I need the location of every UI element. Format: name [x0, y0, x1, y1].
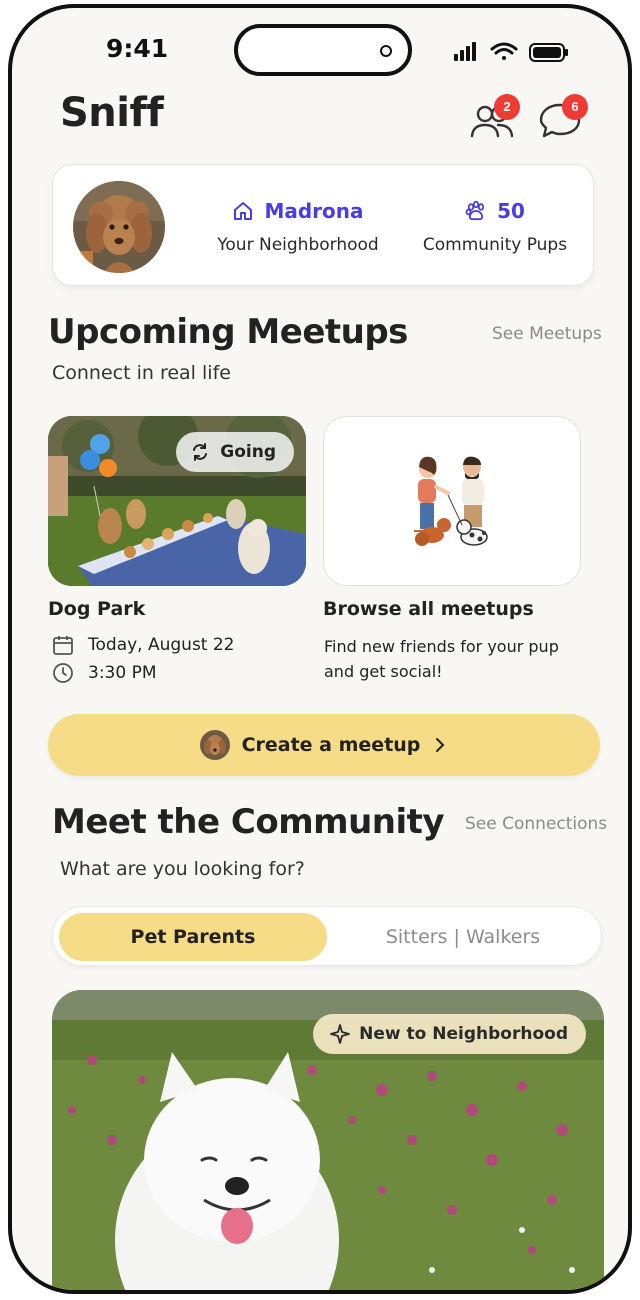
calendar-icon [53, 636, 73, 655]
meetup-date: Today, August 22 [88, 635, 235, 655]
community-pups-stat[interactable]: 50 Community Pups [405, 199, 585, 255]
friends-badge: 2 [494, 94, 520, 120]
app-title: Sniff [60, 90, 164, 136]
chevron-right-icon [436, 738, 445, 752]
neighborhood-label: Your Neighborhood [217, 235, 379, 255]
community-title: Meet the Community [52, 802, 445, 842]
neighborhood-stat[interactable]: Madrona Your Neighborhood [203, 199, 393, 255]
see-meetups-link[interactable]: See Meetups [492, 324, 602, 344]
create-meetup-button[interactable]: Create a meetup [48, 714, 600, 776]
status-time: 9:41 [106, 34, 169, 63]
pups-label: Community Pups [422, 235, 568, 255]
paw-icon [465, 200, 485, 221]
meetups-title: Upcoming Meetups [48, 312, 408, 352]
pups-value: 50 [497, 199, 525, 223]
status-icons [452, 38, 572, 72]
going-label: Going [220, 442, 276, 462]
community-filter: Pet Parents Sitters | Walkers [52, 906, 602, 966]
meetup-time-row: 3:30 PM [52, 662, 157, 684]
dog-avatar-small [199, 730, 230, 760]
wifi-icon [490, 42, 518, 60]
going-status[interactable]: Going [176, 432, 294, 472]
see-connections-link[interactable]: See Connections [465, 814, 607, 834]
phone-frame: 9:41 Sniff 2 6 Madrona Your Neighborhood… [8, 4, 632, 1294]
people-with-dogs-illustration [414, 456, 488, 546]
sparkle-icon [330, 1024, 351, 1044]
tab-sitters-walkers[interactable]: Sitters | Walkers [329, 913, 597, 961]
new-to-neighborhood-label: New to Neighborhood [359, 1024, 568, 1044]
messages-button[interactable]: 6 [536, 94, 588, 144]
friends-button[interactable]: 2 [468, 94, 520, 144]
browse-meetups-title[interactable]: Browse all meetups [323, 598, 534, 620]
browse-meetups-card[interactable] [323, 416, 581, 586]
neighborhood-value: Madrona [264, 199, 364, 223]
new-to-neighborhood-badge: New to Neighborhood [313, 1014, 586, 1054]
meetup-time: 3:30 PM [88, 663, 157, 683]
dog-avatar[interactable] [73, 181, 165, 273]
battery-icon [529, 43, 568, 62]
dog-park-photo[interactable]: Going [48, 416, 306, 586]
refresh-icon [193, 443, 208, 461]
tab-pet-parents[interactable]: Pet Parents [59, 913, 327, 961]
dynamic-island [234, 24, 412, 76]
signal-icon [454, 42, 476, 61]
create-meetup-label: Create a meetup [241, 734, 421, 756]
community-subtitle: What are you looking for? [60, 858, 305, 880]
meetup-date-row: Today, August 22 [52, 634, 235, 656]
dog-park-title[interactable]: Dog Park [48, 598, 145, 620]
home-icon [234, 202, 253, 220]
messages-badge: 6 [562, 94, 588, 120]
profile-card: Madrona Your Neighborhood 50 Community P… [52, 164, 594, 286]
featured-dog-photo[interactable]: New to Neighborhood [52, 990, 604, 1290]
clock-icon [53, 663, 73, 683]
browse-meetups-description: Find new friends for your pup and get so… [324, 637, 559, 681]
meetups-subtitle: Connect in real life [52, 362, 231, 384]
